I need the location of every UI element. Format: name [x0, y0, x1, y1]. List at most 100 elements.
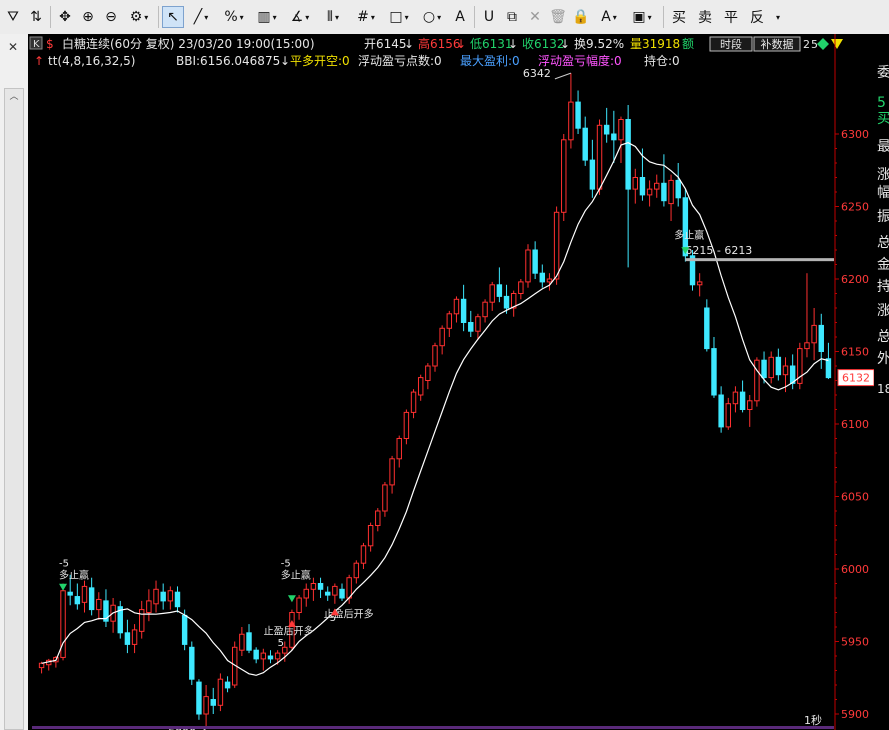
copy-icon[interactable]: ⧉ [501, 6, 523, 28]
candle-body[interactable] [589, 159, 596, 190]
filter-tool-icon[interactable]: ⛛ [2, 6, 24, 28]
candle-body[interactable] [453, 298, 460, 315]
candle-body[interactable] [711, 348, 717, 396]
candle-body[interactable] [625, 119, 631, 190]
candle-body[interactable] [654, 182, 660, 190]
candle-body[interactable] [561, 139, 567, 213]
candle-body[interactable] [503, 295, 510, 309]
rectangle-tool-icon[interactable]: □ ▾ [383, 6, 415, 28]
candle-body[interactable] [88, 587, 95, 611]
candle-body[interactable] [224, 681, 231, 689]
delete-icon[interactable]: ✕ [524, 6, 546, 28]
trash-icon[interactable]: 🗑 [547, 6, 569, 28]
candle-body[interactable] [210, 699, 216, 706]
candle-body[interactable] [596, 124, 603, 190]
candle-body[interactable] [81, 585, 88, 603]
dropdown-arrow-icon[interactable]: ▾ [335, 13, 339, 22]
more-dropdown-icon[interactable]: ▾ [771, 6, 783, 28]
candle-body[interactable] [732, 391, 739, 405]
settings-gear-icon[interactable]: ⚙ ▾ [123, 6, 155, 28]
kline-chart[interactable]: K $ 白糖连续(60分 复权) 23/03/20 19:00(15:00) 开614… [28, 34, 874, 730]
candle-body[interactable] [160, 591, 166, 602]
move-tool-icon[interactable]: ✥ [54, 6, 76, 28]
dropdown-arrow-icon[interactable]: ▾ [371, 13, 375, 22]
candle-body[interactable] [310, 583, 317, 590]
candle-body[interactable] [525, 249, 531, 283]
candle-body[interactable] [153, 588, 159, 605]
fib-tool-icon[interactable]: ⫴ ▾ [317, 6, 349, 28]
candle-body[interactable] [532, 249, 538, 274]
candle-body[interactable] [696, 281, 703, 286]
candle-body[interactable] [181, 614, 188, 645]
candle-body[interactable] [496, 284, 503, 297]
candle-body[interactable] [124, 632, 131, 645]
candle-body[interactable] [546, 278, 553, 283]
candle-body[interactable] [754, 359, 760, 402]
candle-body[interactable] [417, 377, 424, 396]
candle-body[interactable] [274, 652, 281, 660]
candle-body[interactable] [38, 662, 45, 669]
candle-body[interactable] [747, 400, 753, 410]
candle-body[interactable] [303, 588, 309, 599]
candle-body[interactable] [460, 298, 467, 323]
candle-body[interactable] [446, 313, 453, 329]
candle-body[interactable] [489, 284, 495, 303]
candle-body[interactable] [825, 358, 832, 379]
candle-body[interactable] [410, 391, 417, 413]
candle-body[interactable] [146, 600, 152, 614]
candle-body[interactable] [67, 591, 73, 596]
candle-body[interactable] [718, 394, 724, 428]
color-icon[interactable]: A ▾ [593, 6, 625, 28]
candle-body[interactable] [196, 681, 202, 715]
magnet-icon[interactable]: U [478, 6, 500, 28]
candle-body[interactable] [632, 177, 639, 190]
dropdown-arrow-icon[interactable]: ▾ [204, 13, 208, 22]
candle-body[interactable] [367, 525, 374, 547]
dropdown-arrow-icon[interactable]: ▾ [613, 13, 617, 22]
candle-body[interactable] [324, 591, 331, 596]
candle-body[interactable] [317, 583, 324, 590]
sell-button[interactable]: 卖 [693, 6, 717, 28]
dropdown-arrow-icon[interactable]: ▾ [240, 13, 244, 22]
candle-body[interactable] [553, 211, 560, 280]
zoom-in-icon[interactable]: ⊕ [77, 6, 99, 28]
circle-tool-icon[interactable]: ○ ▾ [416, 6, 448, 28]
line-tool-icon[interactable]: ╱ ▾ [185, 6, 217, 28]
candle-body[interactable] [131, 629, 138, 645]
grid-tool-icon[interactable]: # ▾ [350, 6, 382, 28]
time-scroll-indicator[interactable] [32, 726, 834, 729]
candle-body[interactable] [96, 598, 102, 611]
candle-body[interactable] [675, 179, 681, 199]
pointer-tool-icon[interactable]: ↖ [162, 6, 184, 28]
candle-body[interactable] [603, 124, 610, 135]
candle-body[interactable] [661, 182, 667, 202]
angle-tool-icon[interactable]: ∡ ▾ [284, 6, 316, 28]
candle-body[interactable] [346, 577, 352, 599]
save-drawing-icon[interactable]: ▣ ▾ [626, 6, 658, 28]
dropdown-arrow-icon[interactable]: ▾ [648, 13, 652, 22]
candle-body[interactable] [582, 127, 588, 161]
candle-body[interactable] [575, 101, 581, 129]
candle-body[interactable] [239, 633, 245, 651]
candle-body[interactable] [332, 585, 338, 596]
candle-body[interactable] [360, 545, 367, 564]
candle-body[interactable] [539, 272, 546, 283]
candle-body[interactable] [339, 588, 345, 599]
ruler-tool-icon[interactable]: ▥ ▾ [251, 6, 283, 28]
candle-body[interactable] [203, 696, 209, 715]
candle-body[interactable] [704, 307, 710, 350]
dropdown-arrow-icon[interactable]: ▾ [437, 13, 441, 22]
candle-body[interactable] [668, 179, 674, 205]
candle-body[interactable] [725, 403, 731, 428]
candle-body[interactable] [768, 356, 774, 379]
candle-body[interactable] [253, 649, 259, 660]
left-scrollbar[interactable]: ︿ [4, 88, 24, 730]
candle-body[interactable] [167, 590, 174, 602]
candle-body[interactable] [382, 484, 388, 512]
candle-body[interactable] [761, 359, 767, 379]
candle-body[interactable] [174, 591, 181, 608]
zoom-out-icon[interactable]: ⊖ [100, 6, 122, 28]
candle-body[interactable] [439, 327, 445, 347]
candle-body[interactable] [468, 322, 474, 332]
candle-body[interactable] [804, 342, 810, 350]
